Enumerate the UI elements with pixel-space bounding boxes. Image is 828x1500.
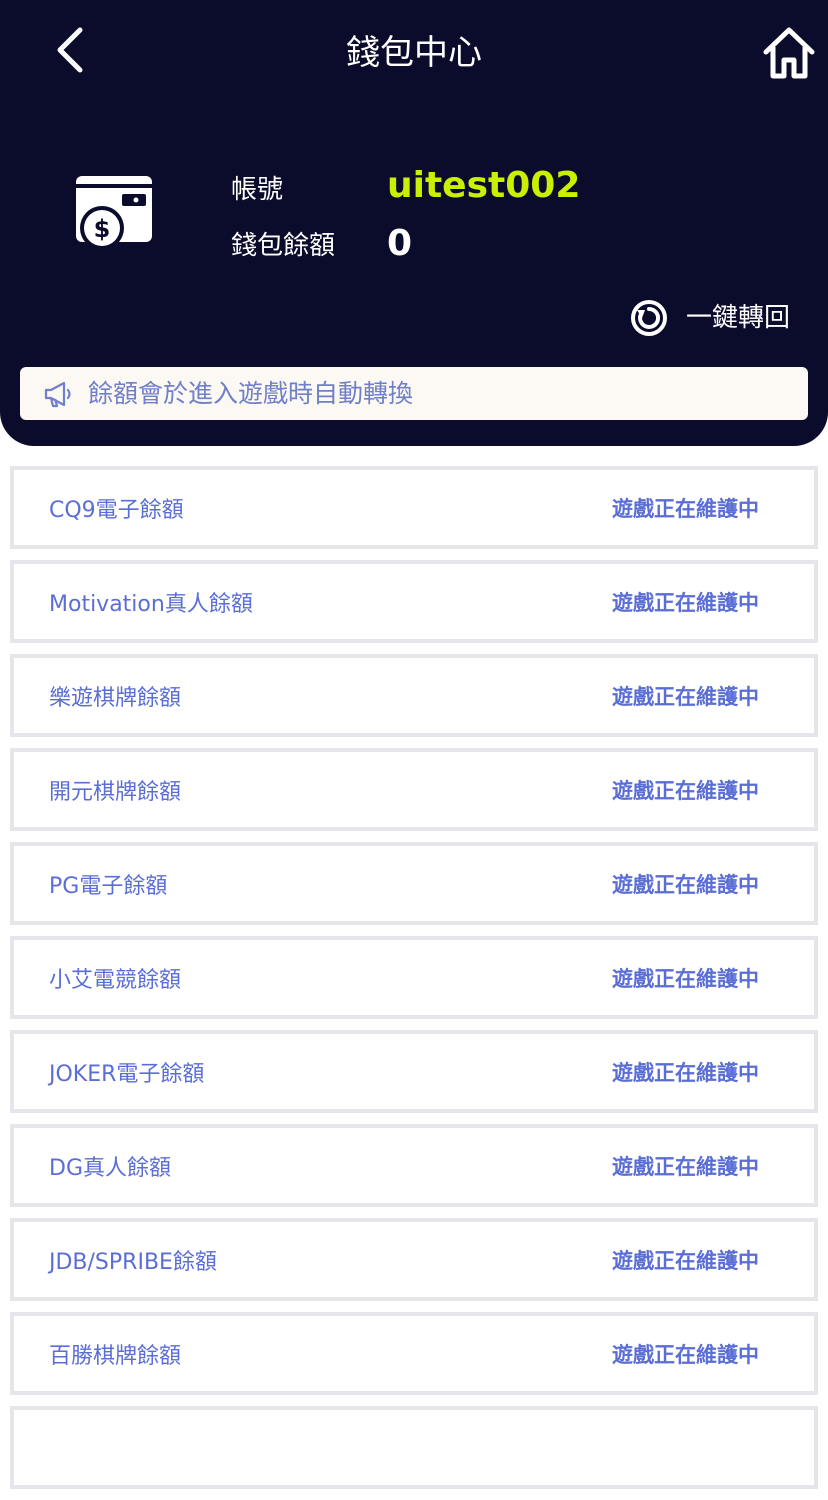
- home-button[interactable]: [758, 22, 820, 84]
- megaphone-icon: [44, 381, 71, 407]
- game-name: JDB/SPRIBE餘額: [49, 1249, 217, 1275]
- list-item[interactable]: JOKER電子餘額 遊戲正在維護中: [10, 1030, 818, 1113]
- svg-text:$: $: [94, 215, 111, 243]
- game-name: PG電子餘額: [49, 873, 168, 899]
- list-item[interactable]: 小艾電競餘額 遊戲正在維護中: [10, 936, 818, 1019]
- list-item[interactable]: 百勝棋牌餘額 遊戲正在維護中: [10, 1312, 818, 1395]
- notice-text: 餘額會於進入遊戲時自動轉換: [88, 378, 414, 408]
- game-status: 遊戲正在維護中: [612, 684, 759, 709]
- list-item[interactable]: PG電子餘額 遊戲正在維護中: [10, 842, 818, 925]
- list-item-partial[interactable]: [10, 1406, 818, 1489]
- refresh-icon: [631, 300, 667, 336]
- game-name: 開元棋牌餘額: [49, 779, 182, 805]
- list-item[interactable]: CQ9電子餘額 遊戲正在維護中: [10, 466, 818, 549]
- header-panel: 錢包中心 $ 帳號 uitest002 錢包餘額 0 一鍵轉回 餘額會於進入遊戲…: [0, 0, 828, 446]
- game-name: JOKER電子餘額: [49, 1061, 205, 1087]
- home-icon: [763, 27, 815, 79]
- game-name: 百勝棋牌餘額: [49, 1343, 182, 1369]
- game-name: Motivation真人餘額: [49, 591, 253, 617]
- account-value: uitest002: [387, 165, 581, 206]
- game-status: 遊戲正在維護中: [612, 590, 759, 615]
- notice-bar: 餘額會於進入遊戲時自動轉換: [20, 367, 808, 420]
- game-status: 遊戲正在維護中: [612, 496, 759, 521]
- list-item[interactable]: DG真人餘額 遊戲正在維護中: [10, 1124, 818, 1207]
- game-name: 樂遊棋牌餘額: [49, 685, 182, 711]
- account-label: 帳號: [231, 175, 284, 205]
- list-item[interactable]: JDB/SPRIBE餘額 遊戲正在維護中: [10, 1218, 818, 1301]
- game-name: 小艾電競餘額: [49, 967, 182, 993]
- wallet-icon: $: [76, 176, 152, 250]
- list-item[interactable]: 開元棋牌餘額 遊戲正在維護中: [10, 748, 818, 831]
- game-status: 遊戲正在維護中: [612, 1060, 759, 1085]
- game-name: CQ9電子餘額: [49, 497, 184, 523]
- transfer-all-label: 一鍵轉回: [686, 303, 791, 333]
- game-status: 遊戲正在維護中: [612, 1342, 759, 1367]
- game-status: 遊戲正在維護中: [612, 872, 759, 897]
- game-status: 遊戲正在維護中: [612, 1154, 759, 1179]
- game-balance-list: CQ9電子餘額 遊戲正在維護中 Motivation真人餘額 遊戲正在維護中 樂…: [10, 466, 818, 1500]
- transfer-all-button[interactable]: 一鍵轉回: [630, 296, 790, 340]
- page-title: 錢包中心: [346, 33, 482, 73]
- list-item[interactable]: Motivation真人餘額 遊戲正在維護中: [10, 560, 818, 643]
- list-item[interactable]: 樂遊棋牌餘額 遊戲正在維護中: [10, 654, 818, 737]
- game-status: 遊戲正在維護中: [612, 966, 759, 991]
- balance-value: 0: [387, 223, 413, 264]
- game-status: 遊戲正在維護中: [612, 778, 759, 803]
- balance-label: 錢包餘額: [231, 231, 336, 261]
- game-status: 遊戲正在維護中: [612, 1248, 759, 1273]
- game-name: DG真人餘額: [49, 1155, 171, 1181]
